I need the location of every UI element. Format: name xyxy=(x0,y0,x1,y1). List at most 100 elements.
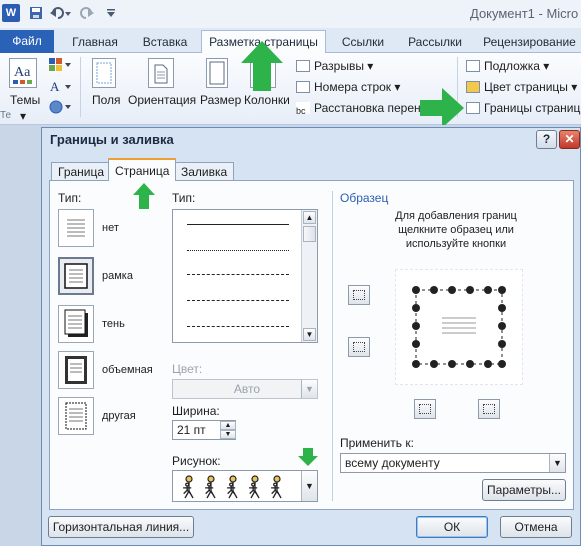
theme-effects-icon[interactable] xyxy=(48,99,74,117)
horizontal-line-button[interactable]: Горизонтальная линия... xyxy=(48,516,194,538)
line-style-dashed[interactable] xyxy=(187,300,289,301)
apply-to-value: всему документу xyxy=(345,456,440,470)
breaks-label: Разрывы xyxy=(314,59,364,73)
color-value: Авто xyxy=(233,382,261,396)
page-borders-icon xyxy=(466,102,480,114)
ribbon-tabs: Файл Главная Вставка Разметка страницы С… xyxy=(0,28,581,53)
theme-fonts-icon[interactable]: A xyxy=(48,79,74,97)
width-value: 21 пт xyxy=(177,423,206,437)
tab-review[interactable]: Рецензирование xyxy=(478,31,581,53)
scroll-up-icon[interactable]: ▲ xyxy=(303,211,316,224)
scroll-down-icon[interactable]: ▼ xyxy=(303,328,316,341)
art-select[interactable]: 🯅 🯅 🯅 🯅 🯅 ▼ xyxy=(172,470,318,502)
chevron-down-icon[interactable]: ▼ xyxy=(301,471,317,501)
left-border-icon[interactable] xyxy=(414,399,436,419)
themes-button[interactable]: Темы xyxy=(10,93,40,107)
apply-to-label: Применить к: xyxy=(340,436,414,450)
line-style-dash-dot[interactable] xyxy=(187,326,289,327)
title-bar: W Документ1 - Micro xyxy=(0,0,581,28)
line-style-scrollbar[interactable]: ▲ ▼ xyxy=(301,210,317,342)
orientation-icon[interactable] xyxy=(148,58,174,88)
preview-area[interactable] xyxy=(395,269,523,385)
tab-file[interactable]: Файл xyxy=(0,30,54,53)
page-color-label: Цвет страницы xyxy=(484,80,568,94)
size-button[interactable]: Размер xyxy=(200,93,241,107)
scroll-thumb[interactable] xyxy=(303,226,316,242)
watermark-button[interactable]: Подложка ▾ xyxy=(466,57,549,75)
group-separator xyxy=(80,57,81,117)
arrow-down-icon xyxy=(298,448,318,466)
themes-caret-icon: ▾ xyxy=(20,109,27,123)
redo-icon[interactable] xyxy=(78,4,96,22)
page-borders-button[interactable]: Границы страниц xyxy=(466,99,580,117)
line-numbers-label: Номера строк xyxy=(314,80,392,94)
line-style-solid[interactable] xyxy=(187,224,289,225)
size-icon[interactable] xyxy=(206,58,228,88)
line-numbers-button[interactable]: Номера строк ▾ xyxy=(296,78,400,96)
undo-icon[interactable] xyxy=(48,4,72,22)
page-color-icon xyxy=(466,81,480,93)
svg-text:A: A xyxy=(50,79,60,94)
dialog-title: Границы и заливка xyxy=(50,132,174,147)
themes-icon[interactable]: Aa xyxy=(9,58,37,88)
type-none-button[interactable] xyxy=(58,209,94,247)
theme-colors-icon[interactable] xyxy=(48,57,74,75)
chevron-down-icon[interactable]: ▼ xyxy=(549,454,565,472)
tab-insert[interactable]: Вставка xyxy=(134,31,196,53)
tab-home[interactable]: Главная xyxy=(64,31,126,53)
chevron-down-icon[interactable]: ▼ xyxy=(301,380,317,398)
options-button[interactable]: Параметры... xyxy=(482,479,566,501)
page-color-button[interactable]: Цвет страницы ▾ xyxy=(466,78,577,96)
type-shadow-label: тень xyxy=(102,318,125,330)
art-border-preview xyxy=(412,286,506,368)
type-none-label: нет xyxy=(102,222,119,234)
color-select[interactable]: Авто ▼ xyxy=(172,379,318,399)
help-button[interactable]: ? xyxy=(536,130,557,149)
column-separator xyxy=(332,191,333,501)
spin-up-icon[interactable]: ▲ xyxy=(220,421,236,430)
width-label: Ширина: xyxy=(172,404,220,418)
line-numbers-icon xyxy=(296,81,310,93)
type-3d-label: объемная xyxy=(102,364,153,376)
type-custom-label: другая xyxy=(102,410,136,422)
color-label: Цвет: xyxy=(172,362,203,376)
page-borders-label: Границы страниц xyxy=(484,101,581,115)
arrow-up-icon xyxy=(241,41,283,91)
type-box-button[interactable] xyxy=(58,257,94,295)
line-style-dotted[interactable] xyxy=(187,250,289,251)
type-3d-button[interactable] xyxy=(58,351,94,389)
apply-to-select[interactable]: всему документу ▼ xyxy=(340,453,566,473)
tab-shading[interactable]: Заливка xyxy=(174,162,235,181)
watermark-label: Подложка xyxy=(484,59,540,73)
spin-down-icon[interactable]: ▼ xyxy=(220,430,236,439)
margins-icon[interactable] xyxy=(92,58,116,88)
type-label: Тип: xyxy=(58,191,82,205)
top-border-icon[interactable] xyxy=(348,285,370,305)
cancel-button[interactable]: Отмена xyxy=(500,516,572,538)
window-title: Документ1 - Micro xyxy=(470,6,579,21)
borders-and-shading-dialog: Границы и заливка ? ✕ Граница Страница З… xyxy=(41,127,581,546)
line-style-dashed-fine[interactable] xyxy=(187,274,289,275)
type-custom-button[interactable] xyxy=(58,397,94,435)
type-shadow-button[interactable] xyxy=(58,305,94,343)
ok-button[interactable]: ОК xyxy=(416,516,488,538)
close-button[interactable]: ✕ xyxy=(559,130,580,149)
line-style-list[interactable]: ▲ ▼ xyxy=(172,209,318,343)
art-label: Рисунок: xyxy=(172,454,221,468)
type-box-label: рамка xyxy=(102,270,133,282)
orientation-button[interactable]: Ориентация xyxy=(128,93,196,107)
save-icon[interactable] xyxy=(28,4,44,22)
breaks-button[interactable]: Разрывы ▾ xyxy=(296,57,373,75)
tab-references[interactable]: Ссылки xyxy=(334,31,392,53)
themes-group-label: Те xyxy=(0,110,12,121)
margins-button[interactable]: Поля xyxy=(92,93,121,107)
arrow-up-icon xyxy=(133,183,155,209)
tab-mailings[interactable]: Рассылки xyxy=(402,31,468,53)
customize-qat-icon[interactable] xyxy=(104,4,118,22)
tab-borders[interactable]: Граница xyxy=(51,162,112,181)
right-border-icon[interactable] xyxy=(478,399,500,419)
columns-button[interactable]: Колонки xyxy=(244,93,290,107)
tab-page-border[interactable]: Страница xyxy=(108,158,177,181)
bottom-border-icon[interactable] xyxy=(348,337,370,357)
hyphenation-button[interactable]: bc Расстановка перено xyxy=(296,99,427,117)
